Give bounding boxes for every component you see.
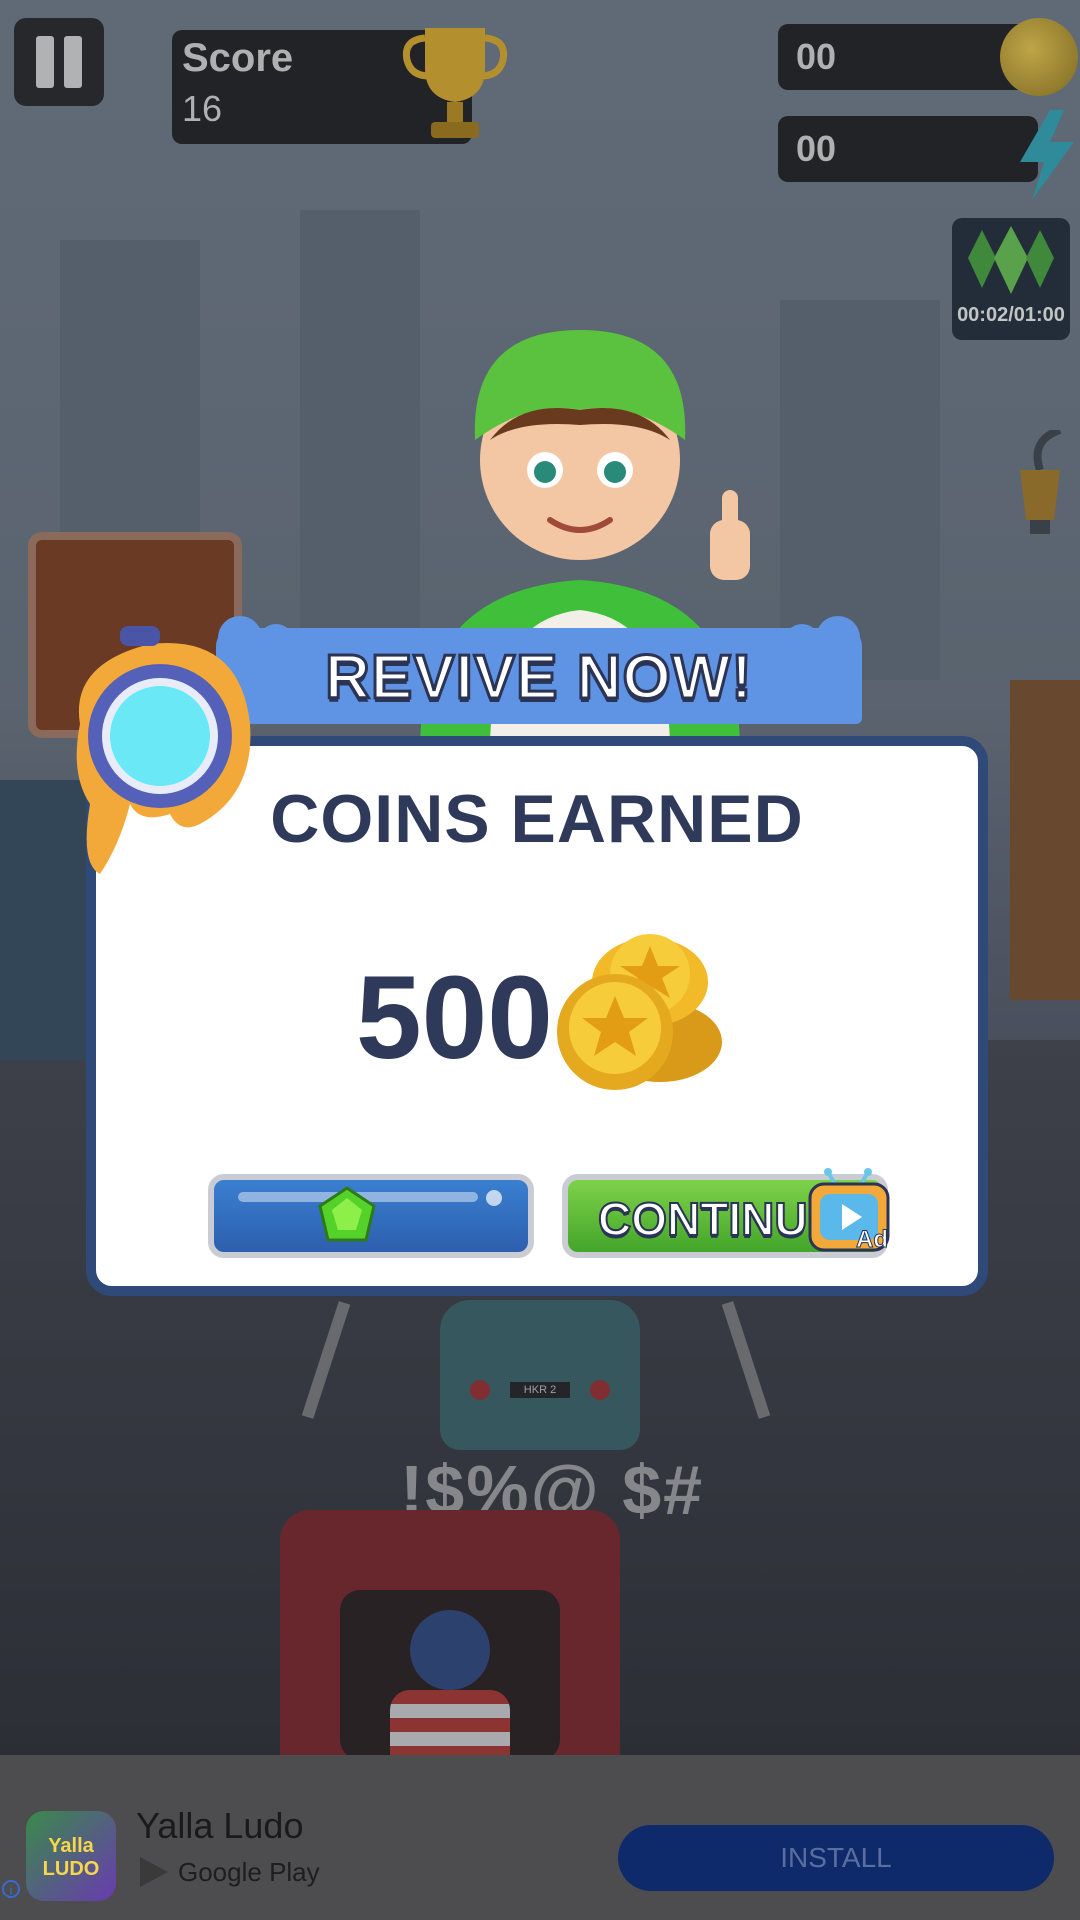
- ad-app-icon[interactable]: Yalla LUDO: [26, 1811, 116, 1901]
- revive-with-gem-button[interactable]: [208, 1174, 534, 1258]
- ad-banner[interactable]: i Yalla LUDO Yalla Ludo Google Play INST…: [0, 1755, 1080, 1920]
- pause-button[interactable]: [14, 18, 104, 106]
- continue-with-ad-button[interactable]: CONTINUE Ad: [562, 1168, 890, 1258]
- score-label: Score: [182, 36, 294, 80]
- energy-counter-value: 00: [796, 128, 837, 169]
- ad-badge: Ad: [856, 1226, 889, 1254]
- google-play-icon: [140, 1857, 168, 1887]
- install-button[interactable]: INSTALL: [618, 1825, 1054, 1891]
- gem-timer: 00:02/01:00: [957, 304, 1065, 326]
- score-value: 16: [182, 88, 223, 129]
- ad-store-name: Google Play: [178, 1857, 320, 1887]
- ad-app-icon-text: Yalla LUDO: [42, 1835, 100, 1880]
- lightning-bolt-icon: [1020, 110, 1074, 200]
- gem-icon: [968, 226, 1054, 294]
- pause-icon: [36, 36, 54, 88]
- coins-counter-value: 00: [796, 36, 837, 77]
- coins-counter: 00: [778, 24, 1038, 90]
- coin-stack-icon: [557, 934, 722, 1090]
- stopwatch-icon: [76, 626, 251, 874]
- button-shine-dot: [486, 1190, 502, 1206]
- gem-mission-panel: 00:02/01:00: [952, 218, 1070, 340]
- ad-info-icon[interactable]: i: [2, 1880, 20, 1898]
- ad-app-name[interactable]: Yalla Ludo: [136, 1805, 303, 1847]
- banner-title: REVIVE NOW!: [324, 642, 754, 714]
- coin-icon: [1000, 18, 1078, 96]
- energy-counter: 00: [778, 116, 1038, 182]
- pause-icon: [64, 36, 82, 88]
- street-lamp: [1020, 430, 1062, 534]
- continue-label: CONTINUE: [597, 1192, 839, 1246]
- coins-earned-value: 500: [356, 952, 553, 1084]
- trophy-icon: [402, 28, 508, 138]
- gem-icon: [318, 1186, 376, 1242]
- revive-banner: REVIVE NOW!: [216, 628, 862, 724]
